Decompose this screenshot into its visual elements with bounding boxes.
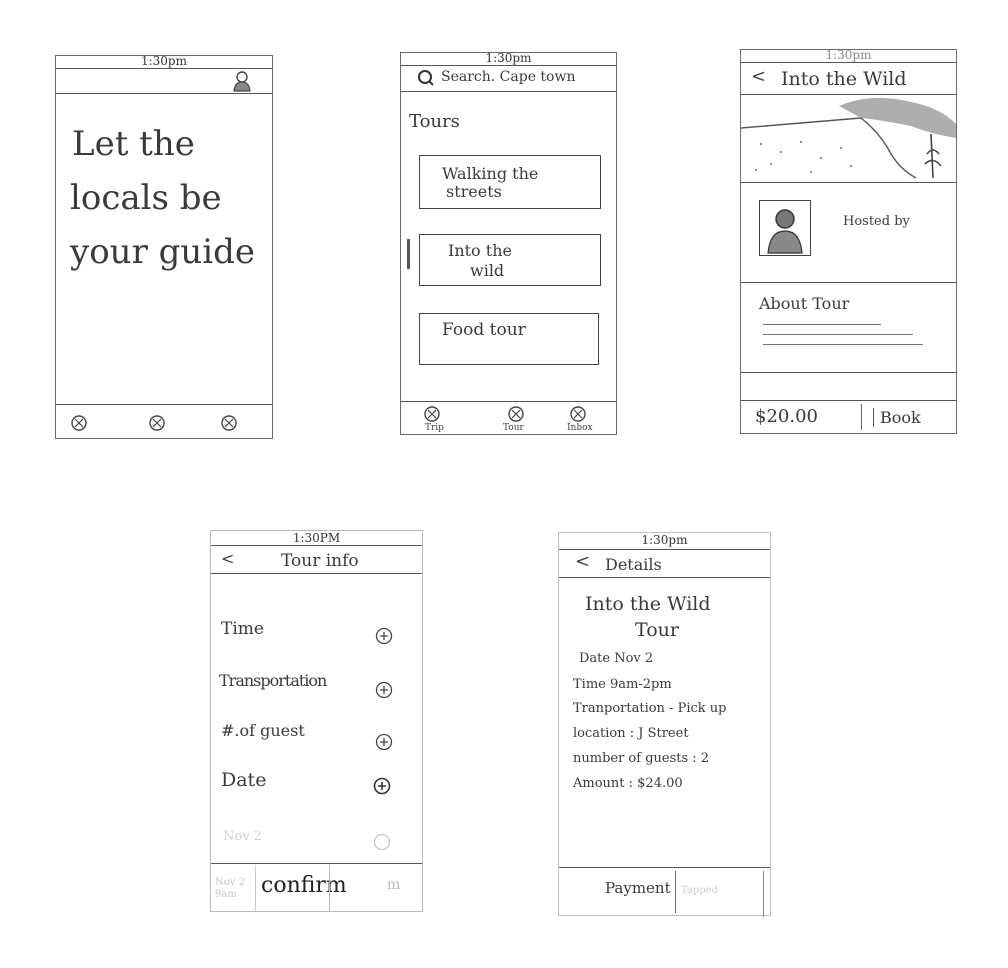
footer-divider [559, 867, 770, 868]
header-divider [401, 91, 616, 92]
option-date-label: Date [221, 769, 267, 791]
tour-card-title: Into the [448, 241, 512, 260]
person-icon [767, 209, 803, 254]
tabbar-divider [401, 401, 616, 402]
host-avatar[interactable] [759, 200, 811, 256]
inbox-tab-icon[interactable] [569, 405, 587, 423]
status-divider [56, 68, 272, 69]
page-title: Details [605, 555, 662, 574]
tour-card-title: Food tour [442, 320, 526, 340]
header-divider [559, 577, 770, 578]
tour-price: $20.00 [755, 406, 818, 427]
search-input[interactable]: Search. Cape town [441, 69, 575, 85]
image-divider [741, 182, 956, 183]
host-divider [741, 282, 956, 283]
detail-location: location : J Street [573, 726, 689, 741]
status-time: 1:30pm [140, 54, 187, 68]
detail-time: Time 9am-2pm [573, 677, 672, 692]
faded-footer-left: Nov 2 9am [215, 877, 245, 900]
book-button[interactable]: Book [873, 408, 921, 427]
screen-tours: 1:30pm Search. Cape town Tours Walking t… [400, 51, 617, 435]
details-heading-line-2: Tour [635, 619, 679, 641]
footer-separator [675, 871, 676, 913]
detail-transportation: Tranportation - Pick up [573, 701, 727, 716]
tab-tour-label[interactable]: Tour [503, 423, 524, 433]
back-arrow-icon[interactable]: < [751, 66, 766, 87]
footer-edge-line [763, 871, 764, 917]
footer-divider-2 [741, 400, 956, 401]
tab-trip-label[interactable]: Trip [425, 423, 444, 433]
detail-amount: Amount : $24.00 [573, 776, 683, 791]
status-time: 1:30pm [485, 51, 532, 65]
add-time-icon[interactable] [375, 627, 393, 645]
tab-placeholder-icon-3[interactable] [220, 414, 238, 432]
headline-line-2: locals be [70, 178, 222, 218]
page-title: Into the Wild [781, 68, 907, 90]
add-guests-icon[interactable] [375, 733, 393, 751]
profile-avatar-icon[interactable] [232, 70, 252, 92]
hosted-by-label: Hosted by [843, 214, 910, 229]
back-arrow-icon[interactable]: < [575, 551, 590, 572]
tour-tab-icon[interactable] [507, 405, 525, 423]
add-transportation-icon[interactable] [375, 681, 393, 699]
search-icon [417, 69, 435, 91]
option-transportation-label: Transportation [219, 671, 327, 690]
about-text-line [763, 334, 913, 335]
status-divider [559, 549, 770, 550]
back-arrow-icon[interactable]: < [221, 549, 234, 568]
footer-divider [741, 372, 956, 373]
tour-card-wild[interactable]: Into the wild [419, 234, 601, 286]
screen-tour-info: 1:30PM < Tour info Time Transportation #… [210, 530, 423, 912]
detail-guests: number of guests : 2 [573, 751, 710, 766]
faded-footer-right: m [387, 877, 401, 893]
faded-selected-date: Nov 2 [223, 829, 262, 844]
screen-landing: 1:30pm Let the locals be your guide [55, 54, 273, 439]
footer-separator [861, 404, 862, 430]
detail-date: Date Nov 2 [579, 651, 654, 666]
scroll-indicator[interactable] [407, 239, 410, 269]
header-divider [56, 93, 272, 94]
section-title-tours: Tours [409, 111, 460, 132]
header-divider [211, 573, 422, 574]
confirm-button[interactable]: confirm [261, 873, 347, 898]
tour-card-subtitle: streets [446, 182, 502, 201]
footer-separator-2 [329, 865, 330, 911]
details-heading-line-1: Into the Wild [585, 593, 711, 615]
option-guests-label: #.of guest [221, 721, 305, 740]
footer-divider [211, 863, 422, 864]
status-time: 1:30pm [825, 48, 872, 62]
status-divider [401, 65, 616, 66]
about-tour-heading: About Tour [759, 294, 850, 313]
screen-booking-details: 1:30pm < Details Into the Wild Tour Date… [558, 532, 771, 917]
search-bar[interactable]: Search. Cape town [415, 67, 615, 89]
tab-placeholder-icon-1[interactable] [70, 414, 88, 432]
status-time: 1:30PM [292, 531, 341, 545]
tour-hero-image [740, 94, 956, 180]
tour-card-walking[interactable]: Walking the streets [419, 155, 601, 209]
footer-separator [255, 865, 256, 911]
about-text-line [763, 344, 923, 345]
headline-line-1: Let the [72, 124, 195, 164]
payment-button[interactable]: Payment [605, 879, 671, 897]
tour-card-title: Walking the [442, 164, 539, 183]
option-time-label: Time [221, 619, 264, 639]
tab-placeholder-icon-2[interactable] [148, 414, 166, 432]
tour-card-food[interactable]: Food tour [419, 313, 599, 365]
faded-add-icon [373, 833, 391, 851]
headline-line-3: your guide [70, 232, 256, 272]
tab-inbox-label[interactable]: Inbox [567, 423, 593, 433]
faded-footer-right: Tapped [681, 885, 718, 896]
status-time: 1:30pm [641, 533, 688, 547]
about-text-line [763, 324, 881, 325]
screen-tour-detail: 1:30pm < Into the Wild Hosted by About T… [740, 48, 957, 434]
status-divider [741, 62, 956, 63]
page-title: Tour info [281, 551, 359, 571]
tabbar-divider [56, 404, 272, 405]
status-divider [211, 545, 422, 546]
add-date-icon[interactable] [373, 777, 391, 795]
tour-card-subtitle: wild [470, 261, 505, 280]
trip-tab-icon[interactable] [423, 405, 441, 423]
